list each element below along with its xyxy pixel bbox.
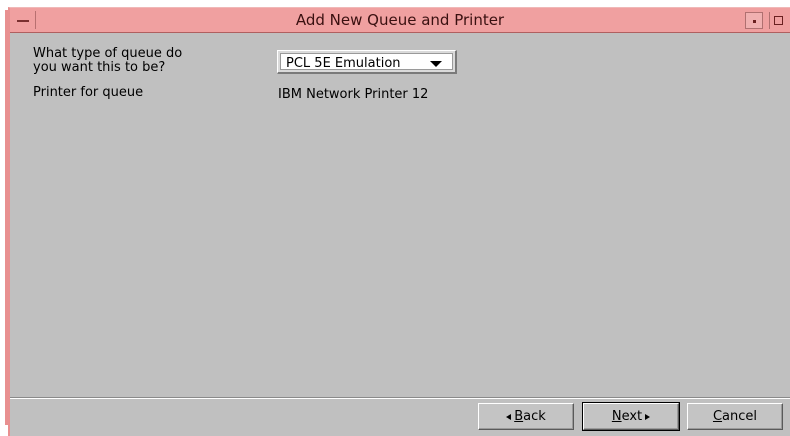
queue-type-label-line1: What type of queue do xyxy=(33,46,183,61)
dialog-window: Add New Queue and Printer What type of q… xyxy=(8,7,790,436)
back-mnemonic: B xyxy=(514,409,524,424)
queue-type-selected-value: PCL 5E Emulation xyxy=(286,56,401,71)
cancel-label-rest: ancel xyxy=(722,409,758,424)
minimize-icon[interactable] xyxy=(745,12,763,29)
title-bar[interactable]: Add New Queue and Printer xyxy=(10,8,790,33)
window-outer-frame xyxy=(0,0,8,436)
next-button[interactable]: Next xyxy=(582,402,680,431)
next-arrow-icon xyxy=(645,413,651,420)
cancel-mnemonic: C xyxy=(712,409,723,424)
back-arrow-icon xyxy=(506,413,512,420)
next-mnemonic: N xyxy=(611,409,622,424)
button-separator xyxy=(10,397,790,399)
window-title: Add New Queue and Printer xyxy=(295,11,505,29)
queue-type-select[interactable]: PCL 5E Emulation xyxy=(277,50,457,74)
queue-type-label-line2: you want this to be? xyxy=(33,60,166,75)
back-button[interactable]: Back xyxy=(478,403,574,430)
next-label-rest: ext xyxy=(621,409,643,424)
printer-value: IBM Network Printer 12 xyxy=(278,87,429,102)
maximize-icon[interactable] xyxy=(769,12,787,29)
printer-label: Printer for queue xyxy=(33,85,144,100)
back-label-rest: ack xyxy=(523,409,546,424)
cancel-button[interactable]: Cancel xyxy=(687,403,783,430)
dropdown-arrow-icon[interactable] xyxy=(430,61,442,67)
